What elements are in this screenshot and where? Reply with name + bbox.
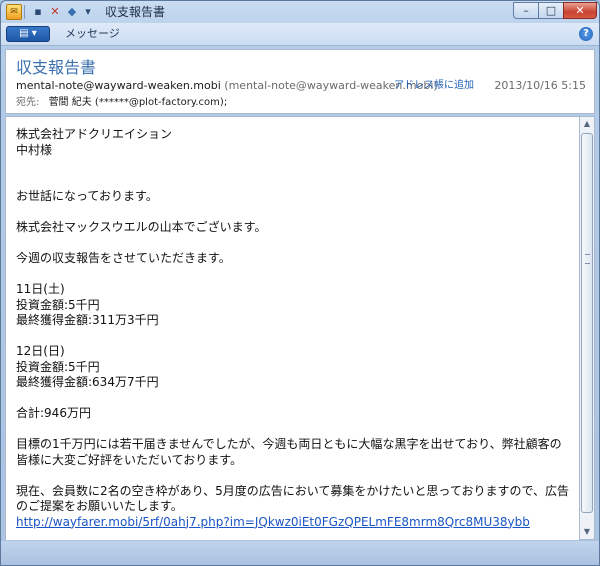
body-line: 現在、会員数に2名の空き枠があり、5月度の広告において募集をかけたいと思っており… bbox=[16, 483, 569, 498]
title-bar: ✉ ▪ ✕ ◆ ▾ 収支報告書 – □ ✕ bbox=[1, 1, 599, 23]
recipient-value[interactable]: 菅間 紀夫 (******@plot-factory.com); bbox=[49, 97, 228, 108]
body-line: 中村様 bbox=[16, 142, 53, 157]
body-line: 今週の収支報告をさせていただきます。 bbox=[16, 251, 231, 265]
sender-line: mental-note@wayward-weaken.mobi (mental-… bbox=[16, 79, 438, 93]
body-line: のご提案をお願いいたします。 bbox=[16, 499, 183, 513]
save-icon[interactable]: ▪ bbox=[31, 5, 45, 19]
body-line: 最終獲得金額:311万3千円 bbox=[16, 313, 159, 327]
body-line: 株式会社アドクリエイション bbox=[16, 127, 173, 141]
body-line: 最終獲得金額:634万7千円 bbox=[16, 375, 159, 389]
tab-message[interactable]: メッセージ bbox=[65, 27, 120, 41]
recipient-label: 宛先: bbox=[16, 97, 40, 108]
recipient-line: 宛先: 菅間 紀夫 (******@plot-factory.com); bbox=[16, 96, 227, 110]
move-icon[interactable]: ◆ bbox=[65, 5, 79, 19]
scroll-up-icon[interactable]: ▲ bbox=[580, 117, 594, 131]
message-content: 株式会社アドクリエイション 中村様 お世話になっております。 株式会社マックスウ… bbox=[16, 127, 576, 530]
window-bottom-frame bbox=[1, 541, 599, 565]
grip-icon bbox=[585, 254, 590, 264]
delete-icon[interactable]: ✕ bbox=[48, 5, 62, 19]
add-to-contacts-link[interactable]: アドレス帳に追加 bbox=[394, 79, 474, 93]
message-body[interactable]: 株式会社アドクリエイション 中村様 お世話になっております。 株式会社マックスウ… bbox=[5, 116, 579, 540]
scroll-thumb[interactable] bbox=[581, 133, 593, 513]
body-line: 11日(土) bbox=[16, 282, 65, 296]
message-subject: 収支報告書 bbox=[16, 58, 97, 77]
body-line: 12日(日) bbox=[16, 344, 65, 358]
minimize-button[interactable]: – bbox=[513, 2, 539, 19]
vertical-scrollbar[interactable]: ▲ ▼ bbox=[579, 116, 595, 540]
message-header: 収支報告書 mental-note@wayward-weaken.mobi (m… bbox=[5, 49, 595, 114]
close-button[interactable]: ✕ bbox=[563, 2, 597, 19]
outlook-app-icon[interactable]: ✉ bbox=[6, 4, 22, 20]
office-button[interactable]: ▤ ▾ bbox=[6, 26, 50, 42]
scroll-down-icon[interactable]: ▼ bbox=[580, 525, 594, 539]
body-line: 投資金額:5千円 bbox=[16, 359, 100, 374]
title-separator bbox=[24, 5, 25, 19]
body-line: 合計:946万円 bbox=[16, 406, 91, 420]
body-line: 皆様に大変ご好評をいただいております。 bbox=[16, 452, 243, 467]
body-line: お世話になっております。 bbox=[16, 189, 158, 203]
ribbon-bar: ▤ ▾ メッセージ ? bbox=[1, 23, 599, 46]
body-line: 投資金額:5千円 bbox=[16, 297, 100, 312]
message-window: ✉ ▪ ✕ ◆ ▾ 収支報告書 – □ ✕ ▤ ▾ メッセージ ? 収支報告書 … bbox=[0, 0, 600, 566]
sent-date: 2013/10/16 5:15 bbox=[494, 79, 586, 92]
help-icon[interactable]: ? bbox=[579, 27, 593, 41]
message-link[interactable]: http://wayfarer.mobi/5rf/0ahj7.php?im=JQ… bbox=[16, 515, 530, 529]
maximize-button[interactable]: □ bbox=[538, 2, 564, 19]
customize-icon[interactable]: ▾ bbox=[81, 5, 95, 19]
sender-name[interactable]: mental-note@wayward-weaken.mobi bbox=[16, 79, 221, 92]
body-line: 目標の1千万円には若干届きませんでしたが、今週も両日ともに大幅な黒字を出せており… bbox=[16, 437, 562, 451]
body-line: 株式会社マックスウエルの山本でございます。 bbox=[16, 220, 267, 234]
window-title: 収支報告書 bbox=[105, 5, 166, 19]
